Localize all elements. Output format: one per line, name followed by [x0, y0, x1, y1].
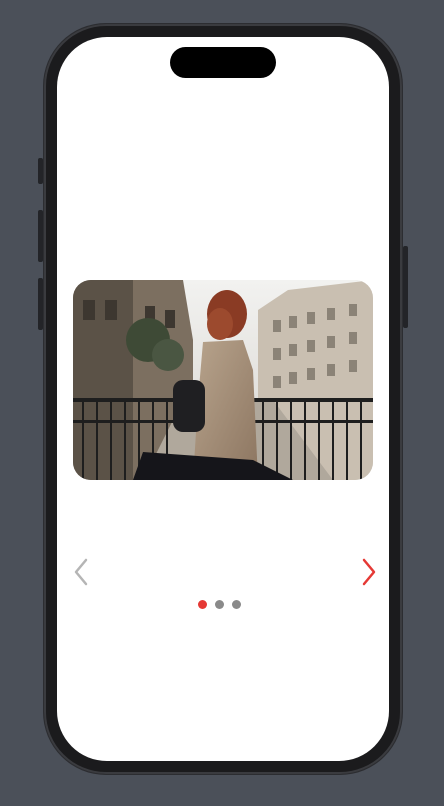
- page-dot-2[interactable]: [215, 600, 224, 609]
- power-button: [403, 246, 408, 328]
- page-indicator: [198, 600, 241, 609]
- page-dot-3[interactable]: [232, 600, 241, 609]
- action-button: [38, 158, 43, 184]
- volume-down-button: [38, 278, 43, 330]
- volume-up-button: [38, 210, 43, 262]
- phone-frame: [38, 24, 408, 774]
- chevron-left-icon: [74, 558, 88, 586]
- carousel-slide-image[interactable]: [73, 280, 373, 480]
- dynamic-island: [170, 47, 276, 78]
- slide-photo: [73, 280, 373, 480]
- next-button[interactable]: [355, 556, 383, 588]
- chevron-right-icon: [362, 558, 376, 586]
- previous-button[interactable]: [67, 556, 95, 588]
- screen: [57, 37, 389, 761]
- page-dot-1[interactable]: [198, 600, 207, 609]
